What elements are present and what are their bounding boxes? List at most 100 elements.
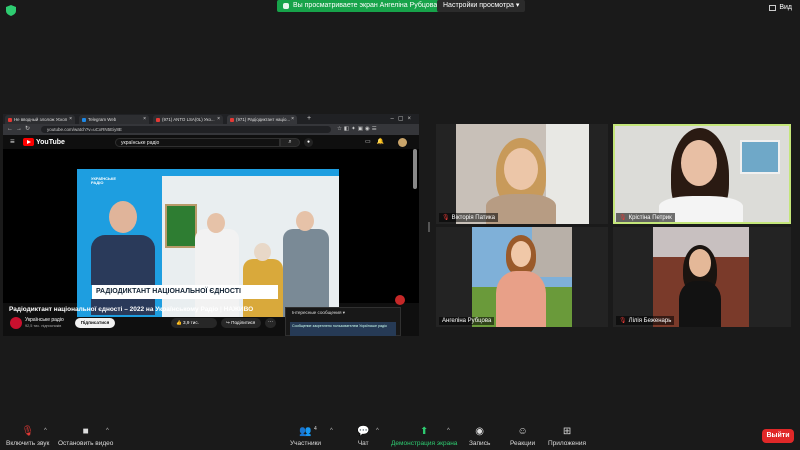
close-icon[interactable]: × <box>217 115 220 124</box>
participant-name: Ангеліна Рубцова <box>442 318 492 324</box>
youtube-header-icons[interactable]: ▭🔔 <box>365 138 390 145</box>
channel-name[interactable]: Українське радіо <box>25 317 64 323</box>
close-icon[interactable]: × <box>143 115 146 124</box>
live-chat-panel: Інтересные сообщения ▾ Сообщение закрепл… <box>285 307 401 336</box>
participant-name-label: 🎙 Крістіна Петрик <box>616 213 675 222</box>
share-screen-label: Демонстрация экрана <box>391 440 458 447</box>
participant-name-label: 🎙 Вікторія Патика <box>439 213 498 222</box>
share-screen-caret-icon[interactable]: ^ <box>447 428 450 434</box>
youtube-play-icon <box>23 138 34 146</box>
participants-icon: 👥 <box>299 426 312 437</box>
participant-name-label: 🎙 Лілія Беженарь <box>616 316 675 325</box>
browser-tab-label: Telegram Web <box>88 117 117 122</box>
muted-mic-icon: 🎙 <box>619 318 627 324</box>
participant-name-label: Ангеліна Рубцова <box>439 317 495 325</box>
chevron-down-icon: ▾ <box>342 310 346 315</box>
youtube-favicon-icon <box>230 118 234 122</box>
participant-name: Крістіна Петрик <box>628 214 672 221</box>
share-label: Поділитися <box>231 320 256 325</box>
extension-icons[interactable]: ☆◧✦▣◉☰ <box>337 124 379 135</box>
screen-share-icon <box>283 3 289 9</box>
apps-icon: ⊞ <box>562 426 572 437</box>
search-icon[interactable]: ⌕ <box>280 138 300 147</box>
browser-tab[interactable]: Не вводный злолож Ускоп × <box>5 115 75 124</box>
chat-bubble-icon: 💬 <box>357 426 370 437</box>
video-player[interactable]: УКРАЇНСЬКЕ РАДІО РАДІОДИКТАНТ НАЦІОНАЛЬН… <box>3 149 419 317</box>
browser-tab-active[interactable]: (971) Радіодиктант націо... × <box>227 115 297 124</box>
browser-tab-label: Не вводный злолож Ускоп <box>14 117 68 122</box>
record-label: Запись <box>469 440 491 447</box>
browser-tab-label: (971) ANTO LSA(0L) Уко... <box>162 117 215 122</box>
participant-video <box>456 124 589 224</box>
participants-count: 4 <box>314 426 317 432</box>
window-controls[interactable]: –▢× <box>390 114 415 124</box>
splitter-handle[interactable] <box>428 222 430 232</box>
shared-screen: Не вводный злолож Ускоп × Telegram Web ×… <box>3 114 419 336</box>
page-scrollbar[interactable] <box>413 149 417 189</box>
youtube-favicon-icon <box>8 118 12 122</box>
share-button[interactable]: ↪ Поділитися <box>221 318 261 328</box>
unmute-button[interactable]: 🎙 Включить звук <box>6 426 49 447</box>
browser-tab-label: (971) Радіодиктант націо... <box>236 117 291 122</box>
video-title: Радіодиктант національної єдності – 2022… <box>9 306 254 313</box>
record-button[interactable]: ◉ Запись <box>469 426 490 447</box>
screen-share-banner: Вы просматриваете экран Ангеліна Рубцова <box>277 0 444 12</box>
view-toggle-button[interactable]: Вид <box>769 4 792 11</box>
audio-options-caret-icon[interactable]: ^ <box>44 428 47 434</box>
stop-video-label: Остановить видео <box>58 440 114 447</box>
participant-name: Лілія Беженарь <box>628 317 672 324</box>
view-toggle-label: Вид <box>779 4 792 11</box>
close-icon[interactable]: × <box>291 115 294 124</box>
participant-tile[interactable]: 🎙 Вікторія Патика <box>436 124 608 224</box>
url-field[interactable]: youtube.com/watch?v=uCxRN5Eiy8E <box>41 126 331 133</box>
participant-tile-active-speaker[interactable]: 🎙 Крістіна Петрик <box>613 124 791 224</box>
share-screen-icon: ⬆ <box>420 426 429 437</box>
participants-caret-icon[interactable]: ^ <box>330 428 333 434</box>
browser-tab-strip: Не вводный злолож Ускоп × Telegram Web ×… <box>3 114 419 124</box>
browser-tab[interactable]: Telegram Web × <box>79 115 149 124</box>
chat-caret-icon[interactable]: ^ <box>376 428 379 434</box>
avatar[interactable] <box>398 138 407 147</box>
unmute-label: Включить звук <box>6 440 50 447</box>
video-lower-third: РАДІОДИКТАНТ НАЦІОНАЛЬНОЇ ЄДНОСТІ <box>92 285 278 299</box>
more-options-button[interactable]: ··· <box>265 318 276 328</box>
subscribe-button[interactable]: Підписатися <box>75 318 115 328</box>
muted-mic-icon: 🎙 <box>619 215 627 221</box>
muted-mic-icon: 🎙 <box>21 426 35 437</box>
participant-tile[interactable]: Ангеліна Рубцова <box>436 227 608 327</box>
hamburger-menu-icon[interactable]: ≡ <box>10 137 15 146</box>
participant-name: Вікторія Патика <box>451 214 495 221</box>
youtube-header: ≡ YouTube українське радіо ⌕ ● ▭🔔 <box>3 135 419 149</box>
video-options-caret-icon[interactable]: ^ <box>106 428 109 434</box>
participant-tile[interactable]: 🎙 Лілія Беженарь <box>613 227 791 327</box>
microphone-icon[interactable]: ● <box>304 138 313 147</box>
live-chat-header-label: Інтересные сообщения <box>292 310 342 315</box>
browser-nav-icons[interactable]: ←→↻ <box>7 124 33 135</box>
like-button[interactable]: 👍 3,9 тис. <box>171 318 217 328</box>
apps-label: Приложения <box>548 440 587 447</box>
chat-button[interactable]: 💬 Чат <box>357 426 369 447</box>
screen-share-banner-label: Вы просматриваете экран Ангеліна Рубцова <box>293 2 438 9</box>
new-tab-button[interactable]: + <box>307 114 311 124</box>
live-indicator-icon <box>395 295 405 305</box>
view-options-label: Настройки просмотра <box>443 2 514 9</box>
participant-video <box>472 227 572 327</box>
channel-avatar[interactable] <box>10 317 22 329</box>
youtube-favicon-icon <box>156 118 160 122</box>
apps-button[interactable]: ⊞ Приложения <box>548 426 586 447</box>
browser-tab[interactable]: (971) ANTO LSA(0L) Уко... × <box>153 115 223 124</box>
youtube-logo-text: YouTube <box>36 138 65 146</box>
video-camera-icon: ■ <box>82 426 89 437</box>
leave-button[interactable]: Выйти <box>762 429 794 443</box>
close-icon[interactable]: × <box>69 115 72 124</box>
reactions-icon: ☺ <box>517 426 528 437</box>
reactions-button[interactable]: ☺ Реакции <box>510 426 535 447</box>
youtube-search-input[interactable]: українське радіо <box>115 138 280 147</box>
like-count: 3,9 тис. <box>183 320 199 325</box>
participants-label: Участники <box>290 440 322 447</box>
view-options-dropdown[interactable]: Настройки просмотра ▾ <box>437 0 526 12</box>
grid-view-icon <box>769 4 777 11</box>
live-chat-header[interactable]: Інтересные сообщения ▾ <box>292 310 345 316</box>
security-shield-icon[interactable] <box>6 5 16 16</box>
youtube-logo[interactable]: YouTube <box>23 138 65 146</box>
